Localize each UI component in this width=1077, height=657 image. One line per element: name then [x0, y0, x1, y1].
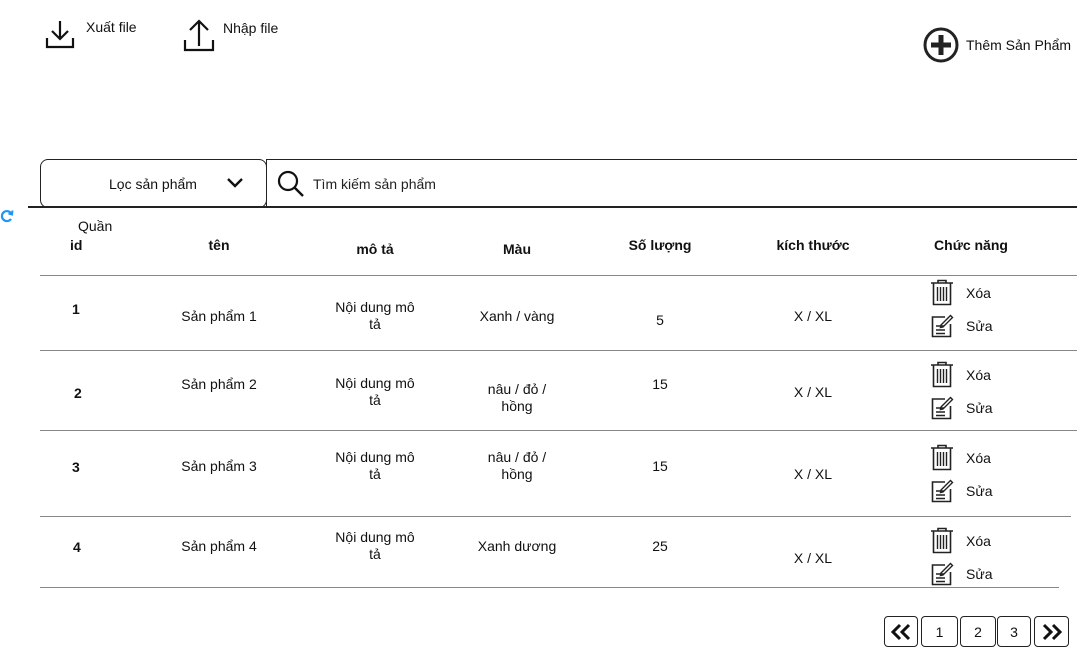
first-page-button[interactable] [884, 616, 918, 647]
trash-icon [931, 444, 953, 471]
delete-label: Xóa [966, 532, 991, 549]
cell-description-line2: tả [369, 316, 381, 332]
double-chevron-left-icon [890, 623, 911, 640]
cell-name: Sản phẩm 3 [181, 458, 257, 474]
header-id: id [70, 237, 83, 253]
edit-label: Sửa [966, 483, 993, 499]
cell-name: Sản phẩm 2 [181, 376, 257, 392]
cell-description-line1: Nội dung mô [335, 529, 415, 545]
cell-size: X / XL [793, 384, 833, 400]
cell-color-line1: nâu / đỏ / [487, 449, 547, 465]
header-quan: Quần [78, 218, 113, 234]
cell-size: X / XL [793, 308, 833, 324]
import-button[interactable]: Nhập file [182, 18, 278, 52]
cell-color: Xanh dương [477, 538, 557, 554]
header-actions: Chức năng [934, 237, 1008, 253]
edit-button[interactable]: Sửa [930, 396, 993, 420]
cell-description-line1: Nội dung mô [335, 299, 415, 315]
header-size: kích thước [776, 237, 850, 253]
edit-button[interactable]: Sửa [930, 562, 993, 586]
export-label: Xuất file [86, 19, 137, 35]
double-chevron-right-icon [1042, 623, 1062, 640]
header-name: tên [208, 237, 230, 253]
export-button[interactable]: Xuất file [44, 18, 137, 50]
trash-icon [931, 279, 953, 306]
upload-icon [183, 19, 215, 52]
header-color: Màu [503, 241, 531, 257]
edit-label: Sửa [966, 566, 993, 582]
search-bar [266, 159, 1077, 208]
import-label: Nhập file [223, 20, 279, 36]
header-quantity: Số lượng [628, 237, 692, 253]
trash-icon [931, 361, 953, 388]
delete-button[interactable]: Xóa [930, 444, 991, 471]
chevron-down-icon [227, 178, 243, 188]
edit-note-icon [931, 314, 954, 338]
edit-note-icon [931, 396, 954, 420]
add-product-button[interactable]: Thêm Sản Phẩm [923, 27, 1071, 63]
delete-button[interactable]: Xóa [930, 527, 991, 554]
cell-quantity: 15 [652, 376, 668, 392]
cell-description-line2: tả [369, 392, 381, 408]
cell-description-line1: Nội dung mô [335, 375, 415, 391]
delete-button[interactable]: Xóa [930, 361, 991, 388]
delete-button[interactable]: Xóa [930, 279, 991, 306]
trash-icon [931, 527, 953, 554]
plus-circle-icon [923, 27, 959, 63]
refresh-icon[interactable] [0, 208, 14, 224]
search-input[interactable] [313, 174, 913, 194]
edit-label: Sửa [966, 318, 993, 334]
cell-color-line2: hồng [501, 398, 533, 414]
cell-name: Sản phẩm 1 [181, 308, 257, 324]
delete-label: Xóa [966, 366, 991, 383]
page-button-3[interactable]: 3 [997, 616, 1031, 647]
row-divider [40, 430, 1077, 431]
cell-color-line2: hồng [501, 466, 533, 482]
filter-label: Lọc sản phẩm [109, 176, 197, 192]
filter-dropdown[interactable]: Lọc sản phẩm [40, 159, 267, 208]
row-divider [40, 350, 1077, 351]
cell-id: 2 [74, 385, 82, 401]
cell-quantity: 15 [652, 458, 668, 474]
cell-color-line1: nâu / đỏ / [487, 381, 547, 397]
edit-button[interactable]: Sửa [930, 314, 993, 338]
header-description: mô tả [356, 241, 394, 257]
cell-id: 1 [72, 301, 80, 317]
edit-note-icon [931, 562, 954, 586]
toolbar-divider [28, 206, 1077, 208]
edit-note-icon [931, 479, 954, 503]
row-divider [40, 587, 1059, 588]
cell-size: X / XL [793, 466, 833, 482]
cell-size: X / XL [793, 550, 833, 566]
last-page-button[interactable] [1034, 616, 1069, 647]
page-button-1[interactable]: 1 [921, 616, 958, 647]
row-divider [40, 516, 1071, 517]
edit-label: Sửa [966, 400, 993, 416]
search-icon[interactable] [277, 170, 305, 198]
cell-id: 4 [73, 539, 81, 555]
delete-label: Xóa [966, 449, 991, 466]
page-button-2[interactable]: 2 [960, 616, 996, 647]
cell-name: Sản phẩm 4 [181, 538, 257, 554]
add-product-label: Thêm Sản Phẩm [966, 37, 1072, 53]
delete-label: Xóa [966, 284, 991, 301]
cell-description-line2: tả [369, 546, 381, 562]
cell-id: 3 [72, 459, 80, 475]
header-divider [40, 275, 1077, 276]
download-icon [45, 21, 75, 49]
cell-quantity: 5 [656, 312, 664, 328]
cell-color: Xanh / vàng [479, 308, 555, 324]
cell-description-line2: tả [369, 466, 381, 482]
cell-quantity: 25 [652, 538, 668, 554]
edit-button[interactable]: Sửa [930, 479, 993, 503]
cell-description-line1: Nội dung mô [335, 449, 415, 465]
